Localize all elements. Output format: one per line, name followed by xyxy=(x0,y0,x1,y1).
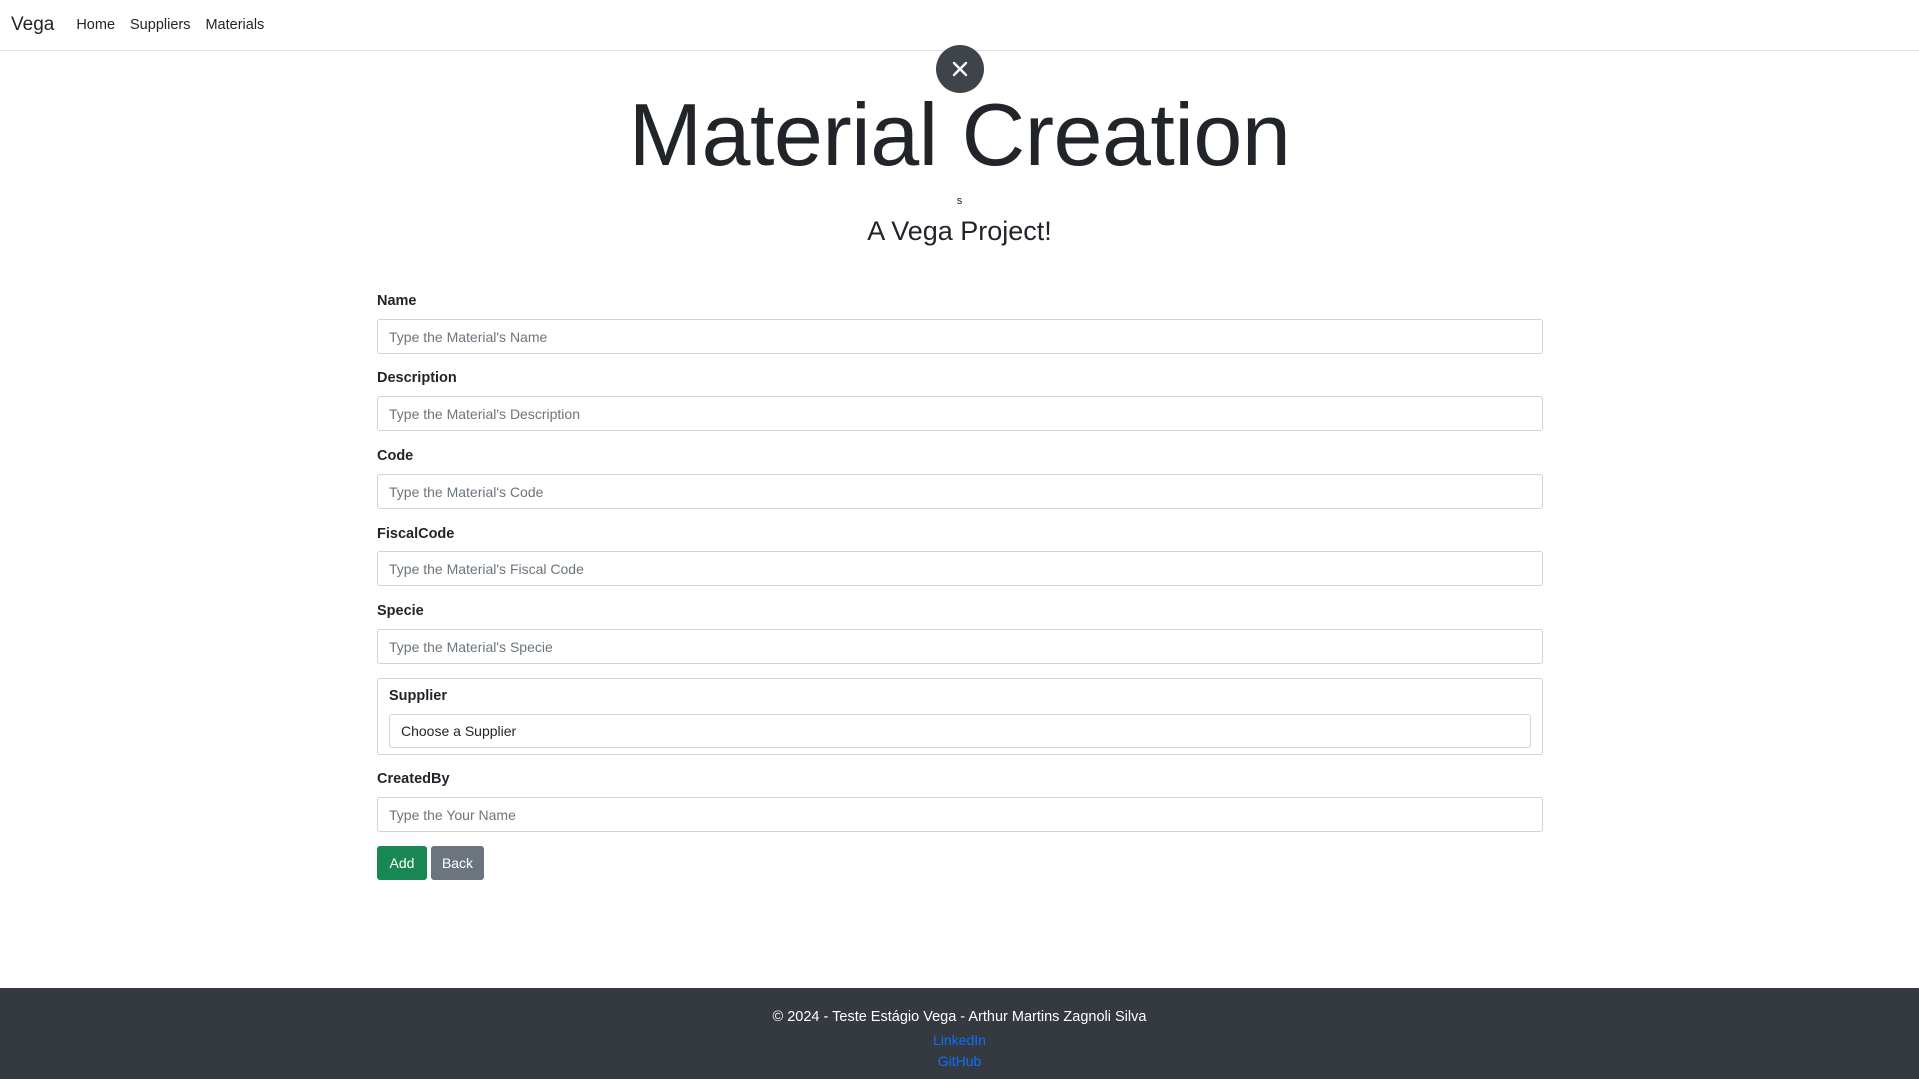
supplier-label: Supplier xyxy=(389,688,448,704)
nav-link-suppliers[interactable]: Suppliers xyxy=(130,17,190,33)
name-input[interactable] xyxy=(377,319,1543,354)
brand-link[interactable]: Vega xyxy=(11,14,54,36)
linkedin-link[interactable]: LinkedIn xyxy=(0,1032,1919,1048)
page-title: Material Creation xyxy=(628,85,1291,184)
nav-link-home[interactable]: Home xyxy=(76,17,115,33)
navbar: Vega Home Suppliers Materials xyxy=(0,0,1919,51)
specie-label: Specie xyxy=(377,603,424,619)
small-text: s xyxy=(956,195,963,207)
footer-copyright: © 2024 - Teste Estágio Vega - Arthur Mar… xyxy=(772,1009,1147,1025)
name-label: Name xyxy=(377,293,417,309)
code-input[interactable] xyxy=(377,474,1543,509)
add-button[interactable]: Add xyxy=(377,846,427,880)
supplier-select-value: Choose a Supplier xyxy=(401,723,517,739)
fiscal-code-label: FiscalCode xyxy=(377,526,455,542)
github-link[interactable]: GitHub xyxy=(0,1053,1919,1069)
supplier-group: Supplier Choose a Supplier xyxy=(377,678,1543,755)
page-subtitle: A Vega Project! xyxy=(867,216,1052,246)
description-label: Description xyxy=(377,370,457,386)
footer: © 2024 - Teste Estágio Vega - Arthur Mar… xyxy=(0,988,1919,1079)
code-label: Code xyxy=(377,448,414,464)
close-icon xyxy=(952,61,968,77)
created-by-input[interactable] xyxy=(377,797,1543,832)
supplier-select[interactable]: Choose a Supplier xyxy=(389,714,1531,748)
back-button[interactable]: Back xyxy=(431,846,484,880)
created-by-label: CreatedBy xyxy=(377,771,450,787)
description-input[interactable] xyxy=(377,396,1543,431)
nav-link-materials[interactable]: Materials xyxy=(205,17,264,33)
fiscal-code-input[interactable] xyxy=(377,551,1543,586)
specie-input[interactable] xyxy=(377,629,1543,664)
